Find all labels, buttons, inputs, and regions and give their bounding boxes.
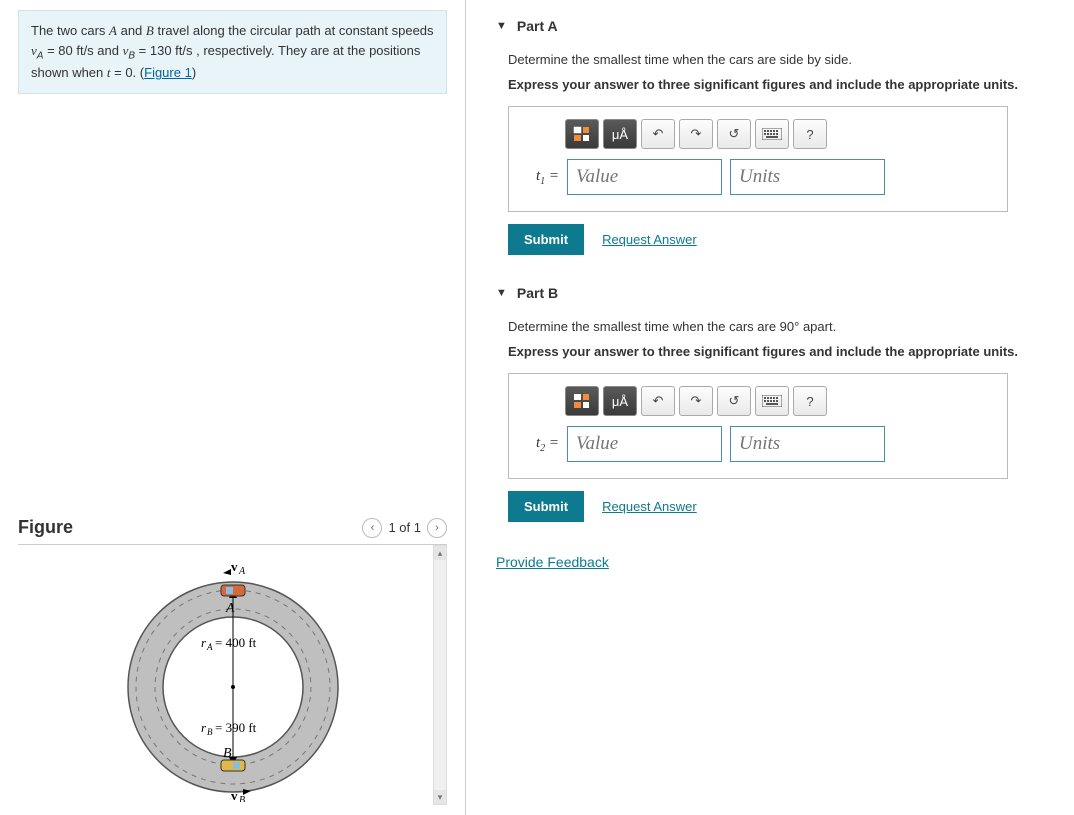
svg-text:v: v bbox=[231, 559, 238, 574]
provide-feedback-link[interactable]: Provide Feedback bbox=[496, 554, 609, 570]
caret-down-icon: ▼ bbox=[496, 20, 507, 32]
svg-text:B: B bbox=[207, 727, 213, 737]
part-b-section: ▼ Part B Determine the smallest time whe… bbox=[466, 267, 1074, 534]
units-button[interactable]: μÅ bbox=[603, 386, 637, 416]
svg-text:= 400 ft: = 400 ft bbox=[215, 635, 257, 650]
part-b-submit-button[interactable]: Submit bbox=[508, 491, 584, 522]
figure-title: Figure bbox=[18, 517, 73, 538]
part-b-answer-box: μÅ ↶ ↷ ↺ ? t2 = bbox=[508, 373, 1008, 479]
part-a-var-label: t1 = bbox=[523, 168, 559, 187]
left-panel: The two cars A and B travel along the ci… bbox=[0, 0, 466, 815]
redo-button[interactable]: ↷ bbox=[679, 119, 713, 149]
part-a-request-answer-link[interactable]: Request Answer bbox=[602, 232, 697, 247]
part-a-submit-button[interactable]: Submit bbox=[508, 224, 584, 255]
part-b-value-input[interactable] bbox=[567, 426, 722, 462]
figure-body: v A v B A r A = 400 ft r B = 390 ft bbox=[18, 545, 447, 805]
part-a-value-input[interactable] bbox=[567, 159, 722, 195]
part-a-section: ▼ Part A Determine the smallest time whe… bbox=[466, 0, 1074, 267]
svg-text:= 390 ft: = 390 ft bbox=[215, 720, 257, 735]
figure-scrollbar[interactable]: ▴ ▾ bbox=[433, 545, 447, 805]
keyboard-button[interactable] bbox=[755, 119, 789, 149]
part-b-question: Determine the smallest time when the car… bbox=[508, 319, 1052, 334]
scroll-down-icon[interactable]: ▾ bbox=[434, 790, 446, 804]
redo-button[interactable]: ↷ bbox=[679, 386, 713, 416]
templates-button[interactable] bbox=[565, 119, 599, 149]
undo-button[interactable]: ↶ bbox=[641, 119, 675, 149]
part-a-answer-box: μÅ ↶ ↷ ↺ ? t1 = bbox=[508, 106, 1008, 212]
svg-text:B: B bbox=[239, 795, 245, 802]
svg-text:v: v bbox=[231, 788, 238, 802]
reset-button[interactable]: ↺ bbox=[717, 386, 751, 416]
part-b-header[interactable]: ▼ Part B bbox=[496, 285, 1052, 301]
part-b-var-label: t2 = bbox=[523, 435, 559, 454]
part-b-instruction: Express your answer to three significant… bbox=[508, 344, 1052, 359]
figure-section: Figure ‹ 1 of 1 › bbox=[0, 511, 465, 815]
figure-prev-button[interactable]: ‹ bbox=[362, 518, 382, 538]
reset-button[interactable]: ↺ bbox=[717, 119, 751, 149]
part-b-toolbar: μÅ ↶ ↷ ↺ ? bbox=[565, 386, 993, 416]
svg-text:A: A bbox=[206, 642, 213, 652]
caret-down-icon: ▼ bbox=[496, 287, 507, 299]
right-panel: ▼ Part A Determine the smallest time whe… bbox=[466, 0, 1074, 815]
scroll-up-icon[interactable]: ▴ bbox=[434, 546, 446, 560]
part-b-request-answer-link[interactable]: Request Answer bbox=[602, 499, 697, 514]
figure-nav-label: 1 of 1 bbox=[388, 520, 421, 535]
part-a-header[interactable]: ▼ Part A bbox=[496, 18, 1052, 34]
figure-next-button[interactable]: › bbox=[427, 518, 447, 538]
part-a-instruction: Express your answer to three significant… bbox=[508, 77, 1052, 92]
svg-text:B: B bbox=[223, 746, 232, 761]
figure-link[interactable]: Figure 1 bbox=[144, 65, 192, 80]
help-button[interactable]: ? bbox=[793, 119, 827, 149]
svg-text:A: A bbox=[225, 601, 235, 616]
figure-nav: ‹ 1 of 1 › bbox=[362, 518, 447, 538]
units-button[interactable]: μÅ bbox=[603, 119, 637, 149]
undo-button[interactable]: ↶ bbox=[641, 386, 675, 416]
part-a-question: Determine the smallest time when the car… bbox=[508, 52, 1052, 67]
part-a-toolbar: μÅ ↶ ↷ ↺ ? bbox=[565, 119, 993, 149]
figure-diagram: v A v B A r A = 400 ft r B = 390 ft bbox=[113, 557, 353, 802]
svg-text:A: A bbox=[238, 566, 246, 577]
problem-statement: The two cars A and B travel along the ci… bbox=[18, 10, 447, 94]
part-b-title: Part B bbox=[517, 285, 558, 301]
templates-button[interactable] bbox=[565, 386, 599, 416]
part-b-units-input[interactable] bbox=[730, 426, 885, 462]
help-button[interactable]: ? bbox=[793, 386, 827, 416]
keyboard-button[interactable] bbox=[755, 386, 789, 416]
part-a-title: Part A bbox=[517, 18, 558, 34]
part-a-units-input[interactable] bbox=[730, 159, 885, 195]
